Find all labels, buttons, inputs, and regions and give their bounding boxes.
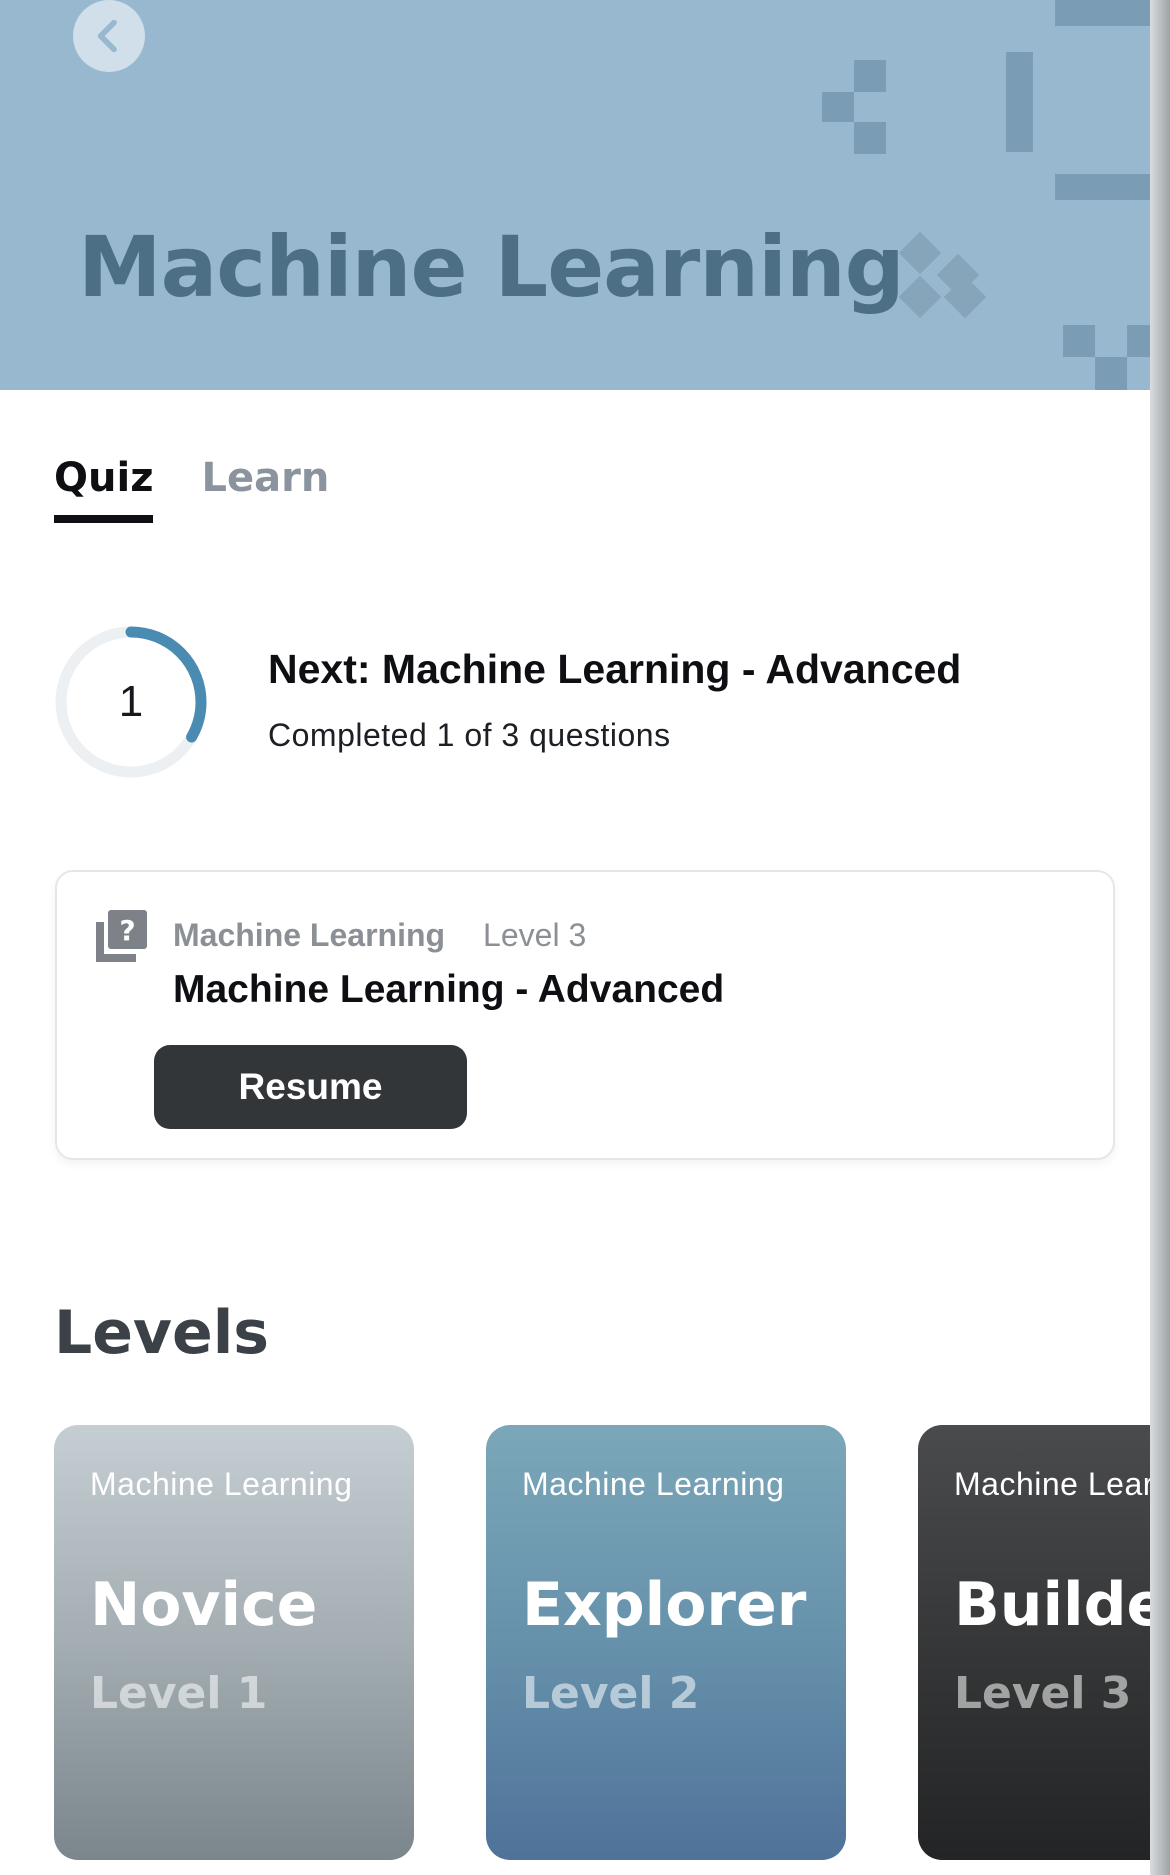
card-title: Machine Learning - Advanced: [173, 968, 725, 1011]
level-card-name: Novice: [90, 1570, 318, 1640]
level-card-name: Explorer: [522, 1570, 807, 1640]
level-card-topic: Machine Learning: [954, 1466, 1150, 1502]
resume-quiz-card[interactable]: ? Machine Learning Level 3 Machine Learn…: [55, 870, 1115, 1160]
level-card-builder[interactable]: Machine Learning Builder Level 3: [918, 1425, 1150, 1860]
level-card-topic: Machine Learning: [522, 1466, 785, 1502]
header-pattern: [898, 231, 942, 275]
page-title: Machine Learning: [78, 218, 905, 316]
level-card-name: Builder: [954, 1570, 1150, 1640]
resume-button[interactable]: Resume: [154, 1045, 467, 1129]
levels-heading: Levels: [54, 1298, 270, 1368]
level-card-topic: Machine Learning: [90, 1466, 353, 1502]
card-meta: Machine Learning Level 3: [173, 917, 586, 954]
header-pattern: [854, 122, 886, 154]
svg-text:?: ?: [119, 914, 135, 947]
topic-header: Machine Learning: [0, 0, 1170, 390]
level-card-level: Level 2: [522, 1668, 700, 1719]
tab-bar: Quiz Learn: [54, 455, 329, 523]
card-level: Level 3: [483, 917, 587, 953]
header-pattern: [854, 60, 886, 92]
tab-learn[interactable]: Learn: [201, 455, 329, 519]
back-button[interactable]: [73, 0, 145, 72]
header-pattern: [1006, 52, 1033, 152]
card-topic: Machine Learning: [173, 917, 446, 953]
next-quiz-title: Next: Machine Learning - Advanced: [268, 646, 962, 692]
header-pattern: [1095, 357, 1127, 390]
level-card-level: Level 1: [90, 1668, 268, 1719]
chevron-left-icon: [97, 19, 117, 53]
quiz-question-icon: ?: [96, 910, 147, 962]
header-pattern: [822, 92, 854, 122]
quiz-page: Machine Learning Quiz Learn 1 Next: Mach…: [0, 0, 1170, 1875]
scrollbar[interactable]: [1150, 0, 1170, 1875]
header-pattern: [1063, 325, 1095, 357]
level-card-level: Level 3: [954, 1668, 1132, 1719]
header-pattern: [898, 275, 942, 319]
level-card-novice[interactable]: Machine Learning Novice Level 1: [54, 1425, 414, 1860]
progress-subtitle: Completed 1 of 3 questions: [268, 717, 671, 753]
tab-quiz[interactable]: Quiz: [54, 455, 154, 523]
level-card-explorer[interactable]: Machine Learning Explorer Level 2: [486, 1425, 846, 1860]
progress-count: 1: [118, 677, 144, 726]
